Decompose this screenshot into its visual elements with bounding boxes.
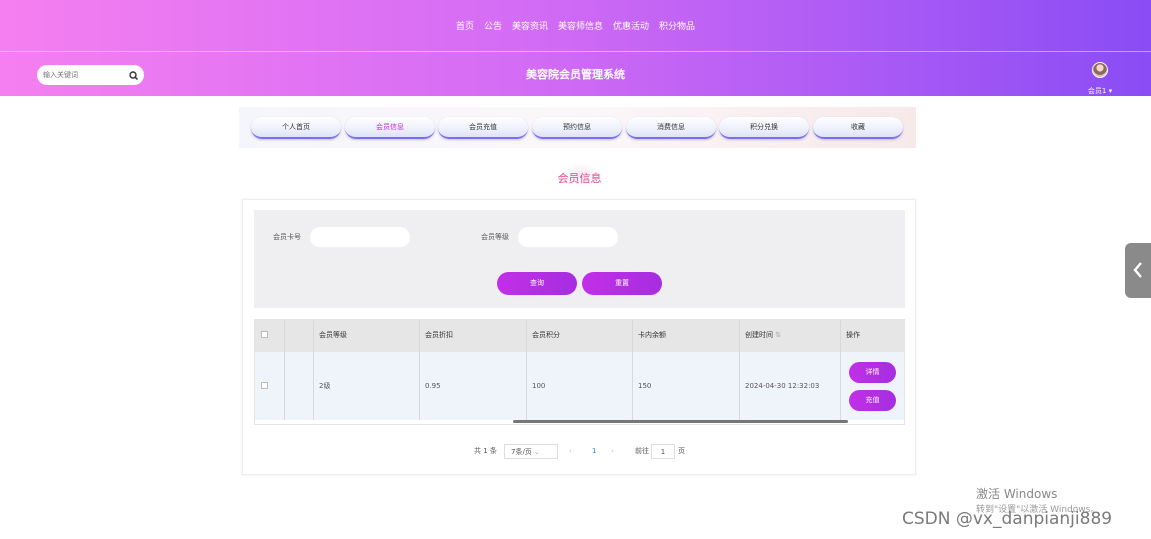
tab-appointments[interactable]: 预约信息 [532, 117, 622, 139]
member-table: 会员等级 会员折扣 会员积分 卡内余额 创建时间 ⇅ 操作 2级 0.95 10… [254, 319, 905, 425]
tab-member-info[interactable]: 会员信息 [345, 117, 435, 139]
nav-beauty-news[interactable]: 美容资讯 [512, 19, 548, 32]
search-button[interactable]: 查询 [497, 272, 577, 295]
nav-points-items[interactable]: 积分物品 [659, 19, 695, 32]
next-page-icon[interactable]: › [611, 444, 614, 459]
detail-button[interactable]: 详情 [849, 362, 896, 383]
table-row: 2级 0.95 100 150 2024-04-30 12:32:03 详情 充… [255, 352, 904, 420]
header-bar: 首页 公告 美容资讯 美容师信息 优惠活动 积分物品 美容院会员管理系统 会员1… [0, 0, 1151, 96]
center-tabs: 个人首页 会员信息 会员充值 预约信息 消费信息 积分兑换 收藏 [239, 107, 916, 148]
select-all-checkbox[interactable] [261, 331, 268, 338]
member-level-label: 会员等级 [481, 233, 509, 241]
cell-member-level: 2级 [314, 352, 420, 420]
filter-area: 会员卡号 会员等级 查询 重置 [254, 210, 905, 308]
side-panel-toggle[interactable] [1125, 243, 1151, 298]
avatar[interactable] [1092, 62, 1108, 78]
user-name[interactable]: 会员1 [1088, 87, 1106, 95]
tab-points-exchange[interactable]: 积分兑换 [719, 117, 809, 139]
cell-member-points: 100 [527, 352, 633, 420]
page-suffix: 页 [678, 447, 685, 455]
nav-notice[interactable]: 公告 [484, 19, 502, 32]
csdn-watermark: CSDN @vx_danpianji889 [902, 509, 1113, 529]
user-menu[interactable]: 会员1 ▾ [1080, 60, 1120, 95]
top-nav: 首页 公告 美容资讯 美容师信息 优惠活动 积分物品 [0, 0, 1151, 52]
page-size-select[interactable]: 7条/页 ⌄ [504, 444, 558, 459]
tab-consumption[interactable]: 消费信息 [626, 117, 716, 139]
card-number-label: 会员卡号 [273, 233, 301, 241]
select-all-cell [255, 320, 285, 352]
tab-personal-home[interactable]: 个人首页 [251, 117, 341, 139]
header-member-level[interactable]: 会员等级 [314, 320, 420, 352]
row-index-cell [285, 352, 314, 420]
header-member-points[interactable]: 会员积分 [527, 320, 633, 352]
nav-home[interactable]: 首页 [456, 19, 474, 32]
chevron-down-icon[interactable]: ▾ [1106, 87, 1113, 95]
page-size-value: 7条/页 [511, 448, 532, 456]
row-checkbox[interactable] [261, 382, 268, 389]
card-number-input[interactable] [310, 227, 410, 247]
row-select-cell [255, 352, 285, 420]
chevron-down-icon: ⌄ [534, 448, 540, 456]
cell-member-discount: 0.95 [420, 352, 527, 420]
nav-promotions[interactable]: 优惠活动 [613, 19, 649, 32]
goto-page-input[interactable]: 1 [651, 444, 675, 459]
windows-activation-title: 激活 Windows [976, 487, 1058, 501]
prev-page-icon[interactable]: ‹ [569, 444, 572, 459]
section-title: 会员信息 [557, 172, 602, 185]
site-title: 美容院会员管理系统 [526, 68, 625, 81]
table-header: 会员等级 会员折扣 会员积分 卡内余额 创建时间 ⇅ 操作 [255, 320, 904, 352]
recharge-button[interactable]: 充值 [849, 390, 896, 411]
cell-card-balance: 150 [633, 352, 740, 420]
goto-label: 前往 [635, 447, 649, 455]
page-number-1[interactable]: 1 [592, 444, 596, 459]
header-actions: 操作 [846, 331, 860, 339]
index-header [285, 320, 314, 352]
header-created-time[interactable]: 创建时间 ⇅ [740, 320, 841, 352]
member-level-input[interactable] [518, 227, 618, 247]
chevron-left-icon [1133, 262, 1142, 278]
tab-favorites[interactable]: 收藏 [813, 117, 903, 139]
horizontal-scrollbar[interactable] [513, 420, 848, 423]
reset-button[interactable]: 重置 [582, 272, 662, 295]
cell-created-time: 2024-04-30 12:32:03 [740, 352, 841, 420]
pagination-total: 共 1 条 [474, 447, 497, 455]
nav-beautician-info[interactable]: 美容师信息 [558, 19, 603, 32]
header-card-balance[interactable]: 卡内余额 [633, 320, 740, 352]
header-created-time-label: 创建时间 [745, 331, 773, 339]
cell-actions: 详情 充值 [841, 352, 904, 420]
header-member-discount[interactable]: 会员折扣 [420, 320, 527, 352]
sort-icon[interactable]: ⇅ [775, 331, 781, 339]
tab-member-recharge[interactable]: 会员充值 [438, 117, 528, 139]
